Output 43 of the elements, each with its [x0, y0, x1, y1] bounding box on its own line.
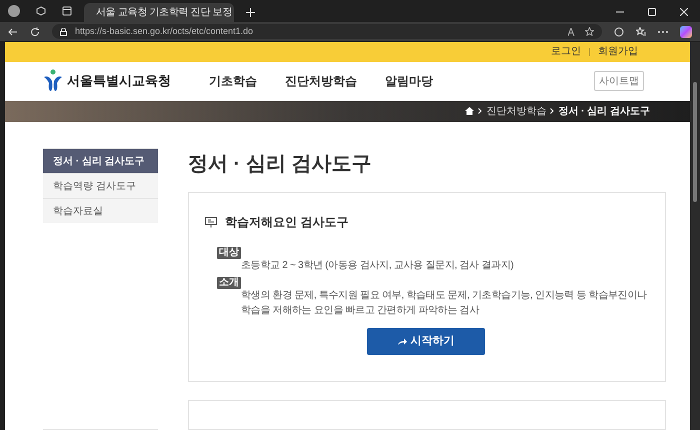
lock-icon — [60, 28, 67, 36]
star-icon[interactable] — [585, 27, 594, 36]
new-tab-icon[interactable] — [246, 8, 255, 17]
speech-bubble-tag: 대상 — [217, 247, 241, 259]
presentation-icon — [205, 216, 217, 228]
home-icon[interactable] — [465, 107, 474, 116]
page-title: 정서 · 심리 검사도구 — [188, 152, 372, 177]
sidebar-item[interactable]: 정서 · 심리 검사도구 — [43, 148, 158, 173]
description-text: 학생의 환경 문제, 특수지원 필요 여부, 학습태도 문제, 기초학습기능, 인지능력 등 학습부진이나 — [241, 289, 647, 303]
breadcrumb-link[interactable]: 진단처방학습 — [486, 104, 546, 119]
chevron-icon — [478, 108, 482, 114]
description-text: 초등학교 2 ~ 3학년 (아동용 검사지, 교사용 질문지, 검사 결과지) — [241, 259, 514, 273]
top-link[interactable]: 로그인 — [551, 44, 581, 60]
sitemap-button[interactable]: 사이트맵 — [594, 71, 644, 92]
tab-actions-icon[interactable] — [62, 6, 72, 16]
sidebar-item[interactable]: 학습자료실 — [43, 198, 158, 223]
logo-text: 서울특별시교육청 — [67, 72, 171, 90]
card-title: 학습저해요인 검사도구 — [225, 214, 348, 231]
logo-icon — [43, 69, 63, 94]
favorites-icon[interactable] — [636, 26, 646, 36]
address-field[interactable]: https://s-basic.sen.go.kr/octs/etc/content1.do — [52, 24, 602, 39]
browser-tab[interactable]: 서울 교육청 기초학력 진단 보정 — [84, 3, 234, 22]
speech-bubble-tag: 소개 — [217, 277, 241, 289]
description-text: 학습을 저해하는 요인을 빠르고 간편하게 파악하는 검사 — [241, 304, 479, 318]
top-link[interactable]: 회원가입 — [598, 44, 638, 60]
chevron-icon — [550, 108, 554, 114]
tab-title: 서울 교육청 기초학력 진단 보정 — [96, 6, 232, 20]
scrollbar[interactable] — [690, 42, 700, 430]
share-arrow-icon — [398, 338, 406, 345]
close-icon[interactable] — [680, 8, 688, 16]
breadcrumb-link[interactable]: 정서 · 심리 검사도구 — [558, 104, 650, 119]
sidebar-item[interactable]: 학습역량 검사도구 — [43, 173, 158, 198]
start-button[interactable]: 시작하기 — [367, 328, 485, 355]
url-text: https://s-basic.sen.go.kr/octs/etc/content1.do — [74, 24, 254, 38]
more-icon[interactable] — [658, 30, 668, 34]
profile-icon[interactable] — [8, 5, 20, 17]
back-icon[interactable] — [8, 26, 18, 36]
nav-link[interactable]: 진단처방학습 — [285, 72, 357, 90]
nav-link[interactable]: 알림마당 — [385, 72, 433, 90]
refresh-icon[interactable] — [30, 26, 40, 36]
read-aloud-icon[interactable] — [568, 28, 578, 36]
nav-link[interactable]: 기초학습 — [209, 72, 257, 90]
maximize-icon[interactable] — [648, 8, 656, 16]
